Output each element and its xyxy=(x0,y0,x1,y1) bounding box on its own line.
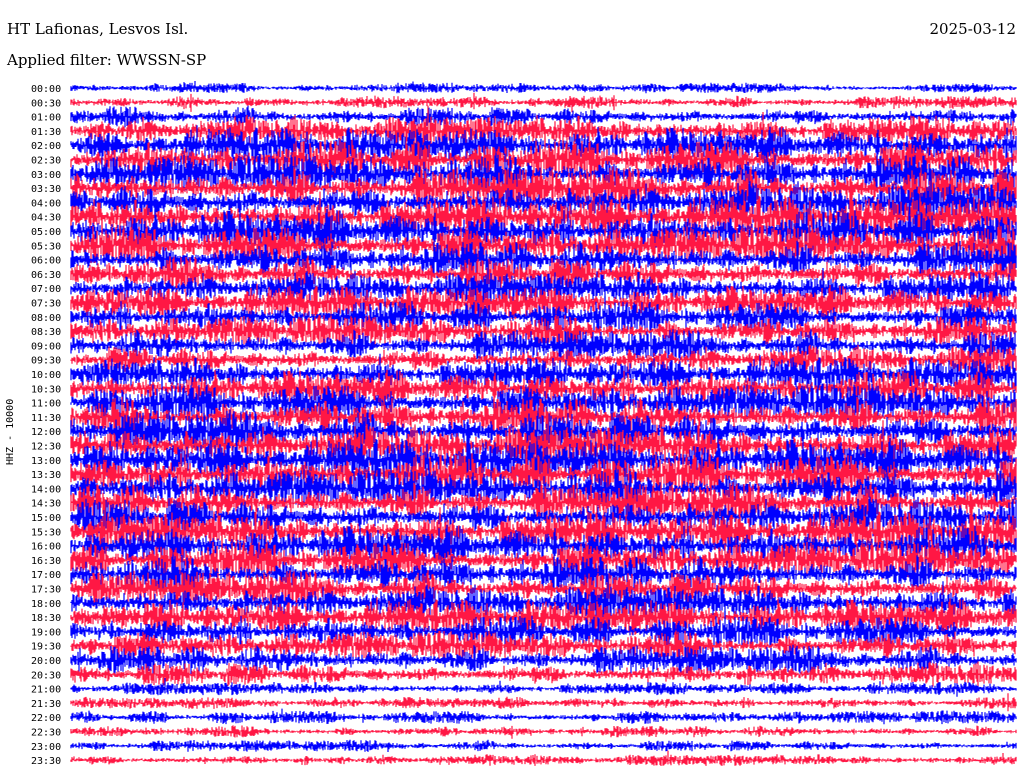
time-label: 09:30 xyxy=(31,356,61,367)
time-label: 10:30 xyxy=(31,384,61,395)
time-label: 00:00 xyxy=(31,84,61,95)
seismic-trace xyxy=(70,81,1017,94)
time-label: 06:00 xyxy=(31,256,61,267)
time-label: 13:30 xyxy=(31,470,61,481)
time-label: 23:30 xyxy=(31,756,61,767)
time-label: 22:30 xyxy=(31,728,61,739)
time-label: 11:00 xyxy=(31,399,61,410)
time-label: 14:00 xyxy=(31,484,61,495)
time-label: 10:00 xyxy=(31,370,61,381)
time-label: 19:30 xyxy=(31,642,61,653)
time-label: 07:30 xyxy=(31,299,61,310)
time-label: 12:30 xyxy=(31,442,61,453)
time-label: 03:00 xyxy=(31,170,61,181)
seismic-trace xyxy=(70,678,1017,697)
time-label: 01:00 xyxy=(31,113,61,124)
time-label: 23:00 xyxy=(31,742,61,753)
time-label: 09:00 xyxy=(31,341,61,352)
seismic-trace xyxy=(70,693,1017,712)
time-label: 01:30 xyxy=(31,127,61,138)
time-label: 04:00 xyxy=(31,198,61,209)
time-label: 21:30 xyxy=(31,699,61,710)
time-label: 16:00 xyxy=(31,542,61,553)
helicorder-plot: 00:00 00:30 01:00 01:30 02:00 02:30 03:00 03:30… xyxy=(31,81,1017,767)
seismic-trace xyxy=(70,92,1017,113)
time-label: 13:00 xyxy=(31,456,61,467)
time-label: 02:00 xyxy=(31,141,61,152)
time-label: 04:30 xyxy=(31,213,61,224)
time-label: 11:30 xyxy=(31,413,61,424)
time-label: 18:30 xyxy=(31,613,61,624)
time-label: 15:00 xyxy=(31,513,61,524)
time-label: 19:00 xyxy=(31,627,61,638)
time-label: 16:30 xyxy=(31,556,61,567)
seismic-trace xyxy=(70,739,1017,752)
time-label: 03:30 xyxy=(31,184,61,195)
time-label: 22:00 xyxy=(31,713,61,724)
time-label: 14:30 xyxy=(31,499,61,510)
time-label: 20:00 xyxy=(31,656,61,667)
seismic-trace xyxy=(70,708,1017,725)
time-label-group: 00:00 00:30 01:00 01:30 02:00 02:30 03:00 03:30… xyxy=(31,84,61,767)
seismic-trace xyxy=(70,750,1017,766)
time-label: 05:30 xyxy=(31,241,61,252)
seismic-trace xyxy=(70,725,1017,739)
time-label: 08:30 xyxy=(31,327,61,338)
time-label: 06:30 xyxy=(31,270,61,281)
filter-label: Applied filter: WWSSN-SP xyxy=(7,51,207,69)
time-label: 20:30 xyxy=(31,670,61,681)
time-label: 21:00 xyxy=(31,685,61,696)
time-label: 17:30 xyxy=(31,585,61,596)
time-label: 02:30 xyxy=(31,156,61,167)
time-label: 07:00 xyxy=(31,284,61,295)
time-label: 15:30 xyxy=(31,527,61,538)
time-label: 18:00 xyxy=(31,599,61,610)
time-label: 17:00 xyxy=(31,570,61,581)
trace-group xyxy=(70,81,1017,766)
time-label: 12:00 xyxy=(31,427,61,438)
time-label: 00:30 xyxy=(31,98,61,109)
time-label: 08:00 xyxy=(31,313,61,324)
time-label: 05:00 xyxy=(31,227,61,238)
